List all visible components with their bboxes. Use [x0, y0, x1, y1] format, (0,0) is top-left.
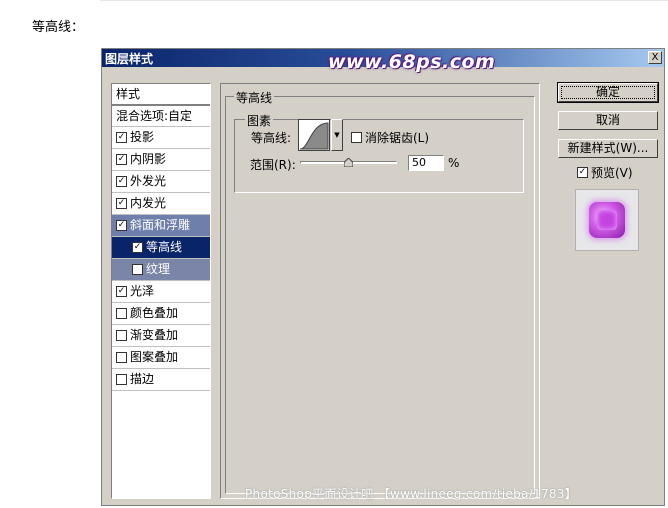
contour-curve-icon	[299, 122, 329, 150]
styles-list: 样式 混合选项:自定 ✓ 投影 ✓ 内阴影 ✓ 外发光 ✓ 内发光 ✓ 斜面和浮…	[111, 83, 211, 499]
checkbox-icon[interactable]: ✓	[116, 286, 127, 297]
preview-option[interactable]: ✓ 预览(V)	[577, 164, 633, 181]
style-item-inner-glow[interactable]: ✓ 内发光	[112, 193, 210, 215]
style-item-color-overlay[interactable]: 颜色叠加	[112, 303, 210, 325]
style-item-label: 内阴影	[130, 152, 167, 166]
style-item-label: 描边	[130, 372, 155, 386]
range-slider-thumb[interactable]	[344, 158, 353, 167]
style-item-drop-shadow[interactable]: ✓ 投影	[112, 127, 210, 149]
chevron-down-icon: ▼	[334, 131, 340, 139]
checkbox-icon[interactable]: ✓	[116, 132, 127, 143]
style-item-label: 渐变叠加	[130, 328, 179, 342]
blend-options-item[interactable]: 混合选项:自定	[112, 106, 210, 127]
contour-dropdown-button[interactable]: ▼	[331, 119, 343, 151]
range-input[interactable]: 50	[408, 155, 444, 171]
style-item-label: 图案叠加	[130, 350, 179, 364]
style-item-label: 光泽	[130, 284, 155, 298]
checkbox-icon[interactable]	[116, 374, 127, 385]
style-item-label: 斜面和浮雕	[130, 218, 191, 232]
focus-ring	[561, 86, 655, 99]
top-divider	[100, 0, 668, 1]
contour-group-legend: 等高线	[234, 89, 275, 106]
style-item-label: 等高线	[146, 240, 183, 254]
style-item-outer-glow[interactable]: ✓ 外发光	[112, 171, 210, 193]
contour-picker[interactable]	[298, 119, 330, 151]
style-item-texture[interactable]: 纹理	[112, 259, 210, 281]
checkbox-icon[interactable]: ✓	[132, 242, 143, 253]
style-item-bevel-emboss[interactable]: ✓ 斜面和浮雕	[112, 215, 210, 237]
checkbox-icon[interactable]	[116, 352, 127, 363]
cancel-button[interactable]: 取消	[558, 111, 658, 130]
style-item-inner-shadow[interactable]: ✓ 内阴影	[112, 149, 210, 171]
antialias-option[interactable]: 消除锯齿(L)	[351, 129, 429, 146]
style-item-pattern-overlay[interactable]: 图案叠加	[112, 347, 210, 369]
preview-checkbox[interactable]: ✓	[577, 167, 588, 178]
style-item-label: 内发光	[130, 196, 167, 210]
range-unit: %	[448, 156, 460, 170]
layer-style-dialog: 图层样式 www.68ps.com X 样式 混合选项:自定 ✓ 投影 ✓ 内阴…	[101, 48, 665, 506]
style-item-gradient-overlay[interactable]: 渐变叠加	[112, 325, 210, 347]
style-item-satin[interactable]: ✓ 光泽	[112, 281, 210, 303]
antialias-label: 消除锯齿(L)	[365, 131, 430, 145]
title-bar[interactable]: 图层样式 www.68ps.com X	[102, 49, 664, 73]
preview-label: 预览(V)	[591, 166, 633, 180]
dialog-title: 图层样式	[105, 52, 154, 66]
range-label: 范围(R):	[250, 158, 296, 172]
style-item-label: 外发光	[130, 174, 167, 188]
elements-group-legend: 图素	[245, 112, 274, 129]
style-item-label: 颜色叠加	[130, 306, 179, 320]
style-item-stroke[interactable]: 描边	[112, 369, 210, 391]
style-item-label: 纹理	[146, 262, 171, 276]
checkbox-icon[interactable]: ✓	[116, 220, 127, 231]
checkbox-icon[interactable]: ✓	[116, 198, 127, 209]
close-button[interactable]: X	[648, 51, 662, 64]
styles-header[interactable]: 样式	[112, 84, 210, 106]
style-item-contour[interactable]: ✓ 等高线	[112, 237, 210, 259]
checkbox-icon[interactable]: ✓	[116, 176, 127, 187]
checkbox-icon[interactable]	[116, 308, 127, 319]
new-style-button[interactable]: 新建样式(W)...	[558, 139, 658, 158]
preview-swatch	[589, 202, 625, 238]
checkbox-icon[interactable]	[132, 264, 143, 275]
page-caption: 等高线：	[32, 20, 85, 35]
checkbox-icon[interactable]	[116, 330, 127, 341]
checkbox-icon[interactable]: ✓	[116, 154, 127, 165]
style-preview	[575, 189, 639, 251]
footer-watermark: PhotoShop平面设计吧 【www.lineeg.com/tieba/178…	[245, 487, 578, 501]
site-watermark: www.68ps.com	[328, 51, 496, 73]
contour-label: 等高线:	[251, 131, 292, 145]
ok-button[interactable]: 确定	[557, 82, 659, 103]
antialias-checkbox[interactable]	[351, 132, 362, 143]
style-item-label: 投影	[130, 130, 155, 144]
